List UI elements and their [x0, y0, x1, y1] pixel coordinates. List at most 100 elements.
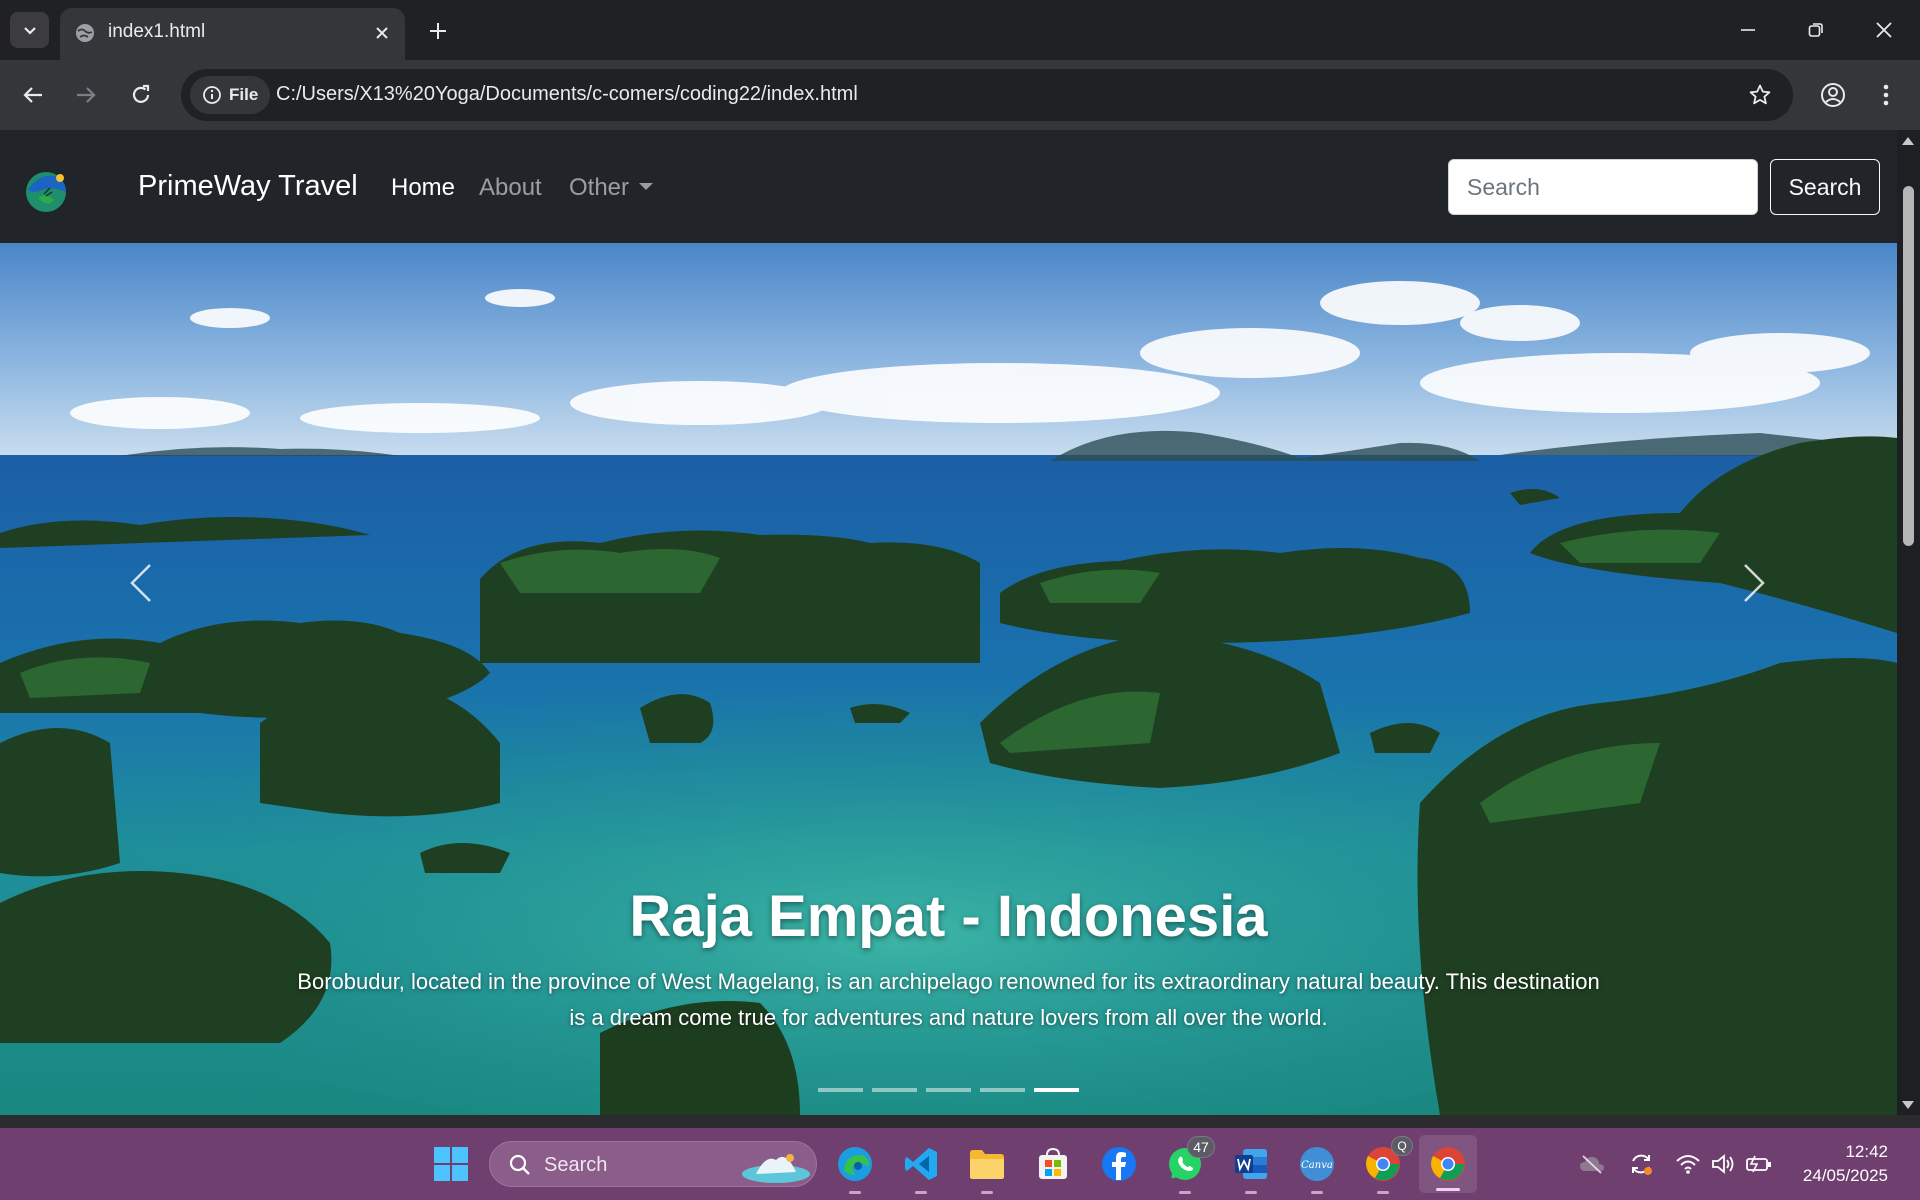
- taskbar-search-box[interactable]: Search: [489, 1141, 817, 1187]
- word-icon: [1235, 1149, 1267, 1179]
- carousel-next-button[interactable]: [1725, 543, 1785, 623]
- site-info-chip[interactable]: File: [190, 76, 270, 114]
- address-bar[interactable]: File C:/Users/X13%20Yoga/Documents/c-com…: [181, 69, 1793, 121]
- vscode-app[interactable]: [899, 1142, 943, 1194]
- close-icon: [376, 27, 388, 39]
- sync-icon: [1632, 1154, 1652, 1175]
- running-indicator: [1377, 1191, 1389, 1194]
- site-search-button[interactable]: Search: [1770, 159, 1880, 215]
- restore-icon: [1808, 23, 1823, 37]
- nav-about[interactable]: About: [479, 174, 542, 202]
- carousel-indicators: [818, 1088, 1079, 1092]
- page-scrollbar[interactable]: [1897, 130, 1920, 1115]
- wifi-tray[interactable]: [1674, 1150, 1702, 1178]
- file-explorer-app[interactable]: [965, 1142, 1009, 1194]
- restore-button[interactable]: [1786, 8, 1846, 52]
- scroll-up-arrow-icon[interactable]: [1902, 137, 1914, 145]
- active-indicator: [1436, 1188, 1460, 1191]
- chrome-icon: [1431, 1147, 1465, 1181]
- running-indicator: [1311, 1191, 1323, 1194]
- whatsapp-app[interactable]: 47: [1163, 1136, 1215, 1194]
- search-icon: [509, 1154, 530, 1175]
- arrow-left-icon: [23, 87, 42, 103]
- running-indicator: [915, 1191, 927, 1194]
- carousel-indicator[interactable]: [872, 1088, 917, 1092]
- battery-charging-icon: [1746, 1155, 1771, 1173]
- windows-taskbar: Search 47 Canva Q 12:42 24/05/2025: [0, 1128, 1920, 1200]
- site-navbar: PrimeWay Travel Home About Other Search: [0, 130, 1897, 242]
- chevron-left-icon: [130, 564, 151, 602]
- carousel-indicator[interactable]: [926, 1088, 971, 1092]
- page-viewport: PrimeWay Travel Home About Other Search: [0, 130, 1897, 1115]
- carousel-prev-button[interactable]: [110, 543, 170, 623]
- carousel-caption: Raja Empat - Indonesia Borobudur, locate…: [0, 883, 1897, 1036]
- clock-time: 12:42: [1845, 1142, 1888, 1161]
- browser-toolbar: File C:/Users/X13%20Yoga/Documents/c-com…: [0, 60, 1920, 130]
- scroll-thumb[interactable]: [1903, 186, 1914, 546]
- sync-tray[interactable]: [1627, 1150, 1655, 1178]
- logo-icon[interactable]: [24, 168, 70, 214]
- nav-home[interactable]: Home: [391, 174, 455, 202]
- store-icon: [1039, 1147, 1067, 1179]
- minimize-icon: [1741, 29, 1755, 31]
- back-button[interactable]: [13, 75, 53, 115]
- carousel-indicator-active[interactable]: [1034, 1088, 1079, 1092]
- close-window-button[interactable]: [1854, 8, 1914, 52]
- browser-tab[interactable]: index1.html: [60, 8, 405, 60]
- windows-logo-icon: [434, 1147, 468, 1181]
- globe-icon: [76, 24, 94, 42]
- forward-button[interactable]: [66, 75, 106, 115]
- slide-title: Raja Empat - Indonesia: [629, 884, 1268, 949]
- start-button[interactable]: [429, 1142, 473, 1186]
- more-vert-icon: [1883, 84, 1889, 106]
- carousel-indicator[interactable]: [980, 1088, 1025, 1092]
- system-clock[interactable]: 12:42 24/05/2025: [1803, 1140, 1888, 1188]
- volume-tray[interactable]: [1709, 1150, 1737, 1178]
- volume-icon: [1712, 1154, 1734, 1174]
- microsoft-store-app[interactable]: [1031, 1142, 1075, 1186]
- onedrive-tray[interactable]: [1578, 1150, 1606, 1178]
- edge-icon: [838, 1147, 872, 1181]
- canva-app[interactable]: Canva: [1295, 1142, 1339, 1194]
- facebook-icon: [1102, 1147, 1136, 1181]
- chrome-app-active[interactable]: [1419, 1135, 1477, 1193]
- folder-icon: [970, 1150, 1004, 1179]
- nav-other-dropdown[interactable]: Other: [569, 174, 654, 202]
- canva-icon: Canva: [1300, 1147, 1334, 1181]
- reload-button[interactable]: [121, 75, 161, 115]
- word-app[interactable]: [1229, 1142, 1273, 1194]
- close-icon: [1876, 22, 1892, 38]
- url-text[interactable]: C:/Users/X13%20Yoga/Documents/c-comers/c…: [276, 83, 858, 106]
- chrome-profile-app[interactable]: Q: [1361, 1136, 1413, 1194]
- running-indicator: [981, 1191, 993, 1194]
- bookmark-button[interactable]: [1745, 80, 1775, 110]
- brand-name[interactable]: PrimeWay Travel: [138, 170, 358, 203]
- facebook-app[interactable]: [1097, 1142, 1141, 1186]
- chevron-down-icon: [23, 27, 36, 35]
- wifi-icon: [1676, 1155, 1700, 1174]
- battery-tray[interactable]: [1745, 1150, 1773, 1178]
- slide-description: Borobudur, located in the province of We…: [297, 969, 1600, 1030]
- carousel-indicator[interactable]: [818, 1088, 863, 1092]
- vscode-icon: [905, 1148, 937, 1180]
- profile-icon: [1821, 83, 1845, 107]
- chrome-profile-badge: Q: [1391, 1136, 1413, 1156]
- file-chip-label: File: [229, 85, 259, 104]
- new-tab-button[interactable]: [421, 14, 455, 48]
- menu-button[interactable]: [1866, 75, 1906, 115]
- running-indicator: [1245, 1191, 1257, 1194]
- profile-button[interactable]: [1813, 75, 1853, 115]
- clock-date: 24/05/2025: [1802, 1166, 1888, 1185]
- scroll-down-arrow-icon[interactable]: [1902, 1101, 1914, 1109]
- running-indicator: [849, 1191, 861, 1194]
- star-icon: [1749, 84, 1771, 105]
- info-icon: [203, 86, 221, 104]
- plus-icon: [430, 23, 446, 39]
- tab-search-button[interactable]: [10, 12, 49, 48]
- edge-app[interactable]: [833, 1142, 877, 1194]
- tab-close-button[interactable]: [369, 20, 395, 46]
- arrow-right-icon: [77, 87, 96, 103]
- minimize-button[interactable]: [1718, 8, 1778, 52]
- tab-title: index1.html: [108, 21, 206, 42]
- site-search-input[interactable]: [1448, 159, 1758, 215]
